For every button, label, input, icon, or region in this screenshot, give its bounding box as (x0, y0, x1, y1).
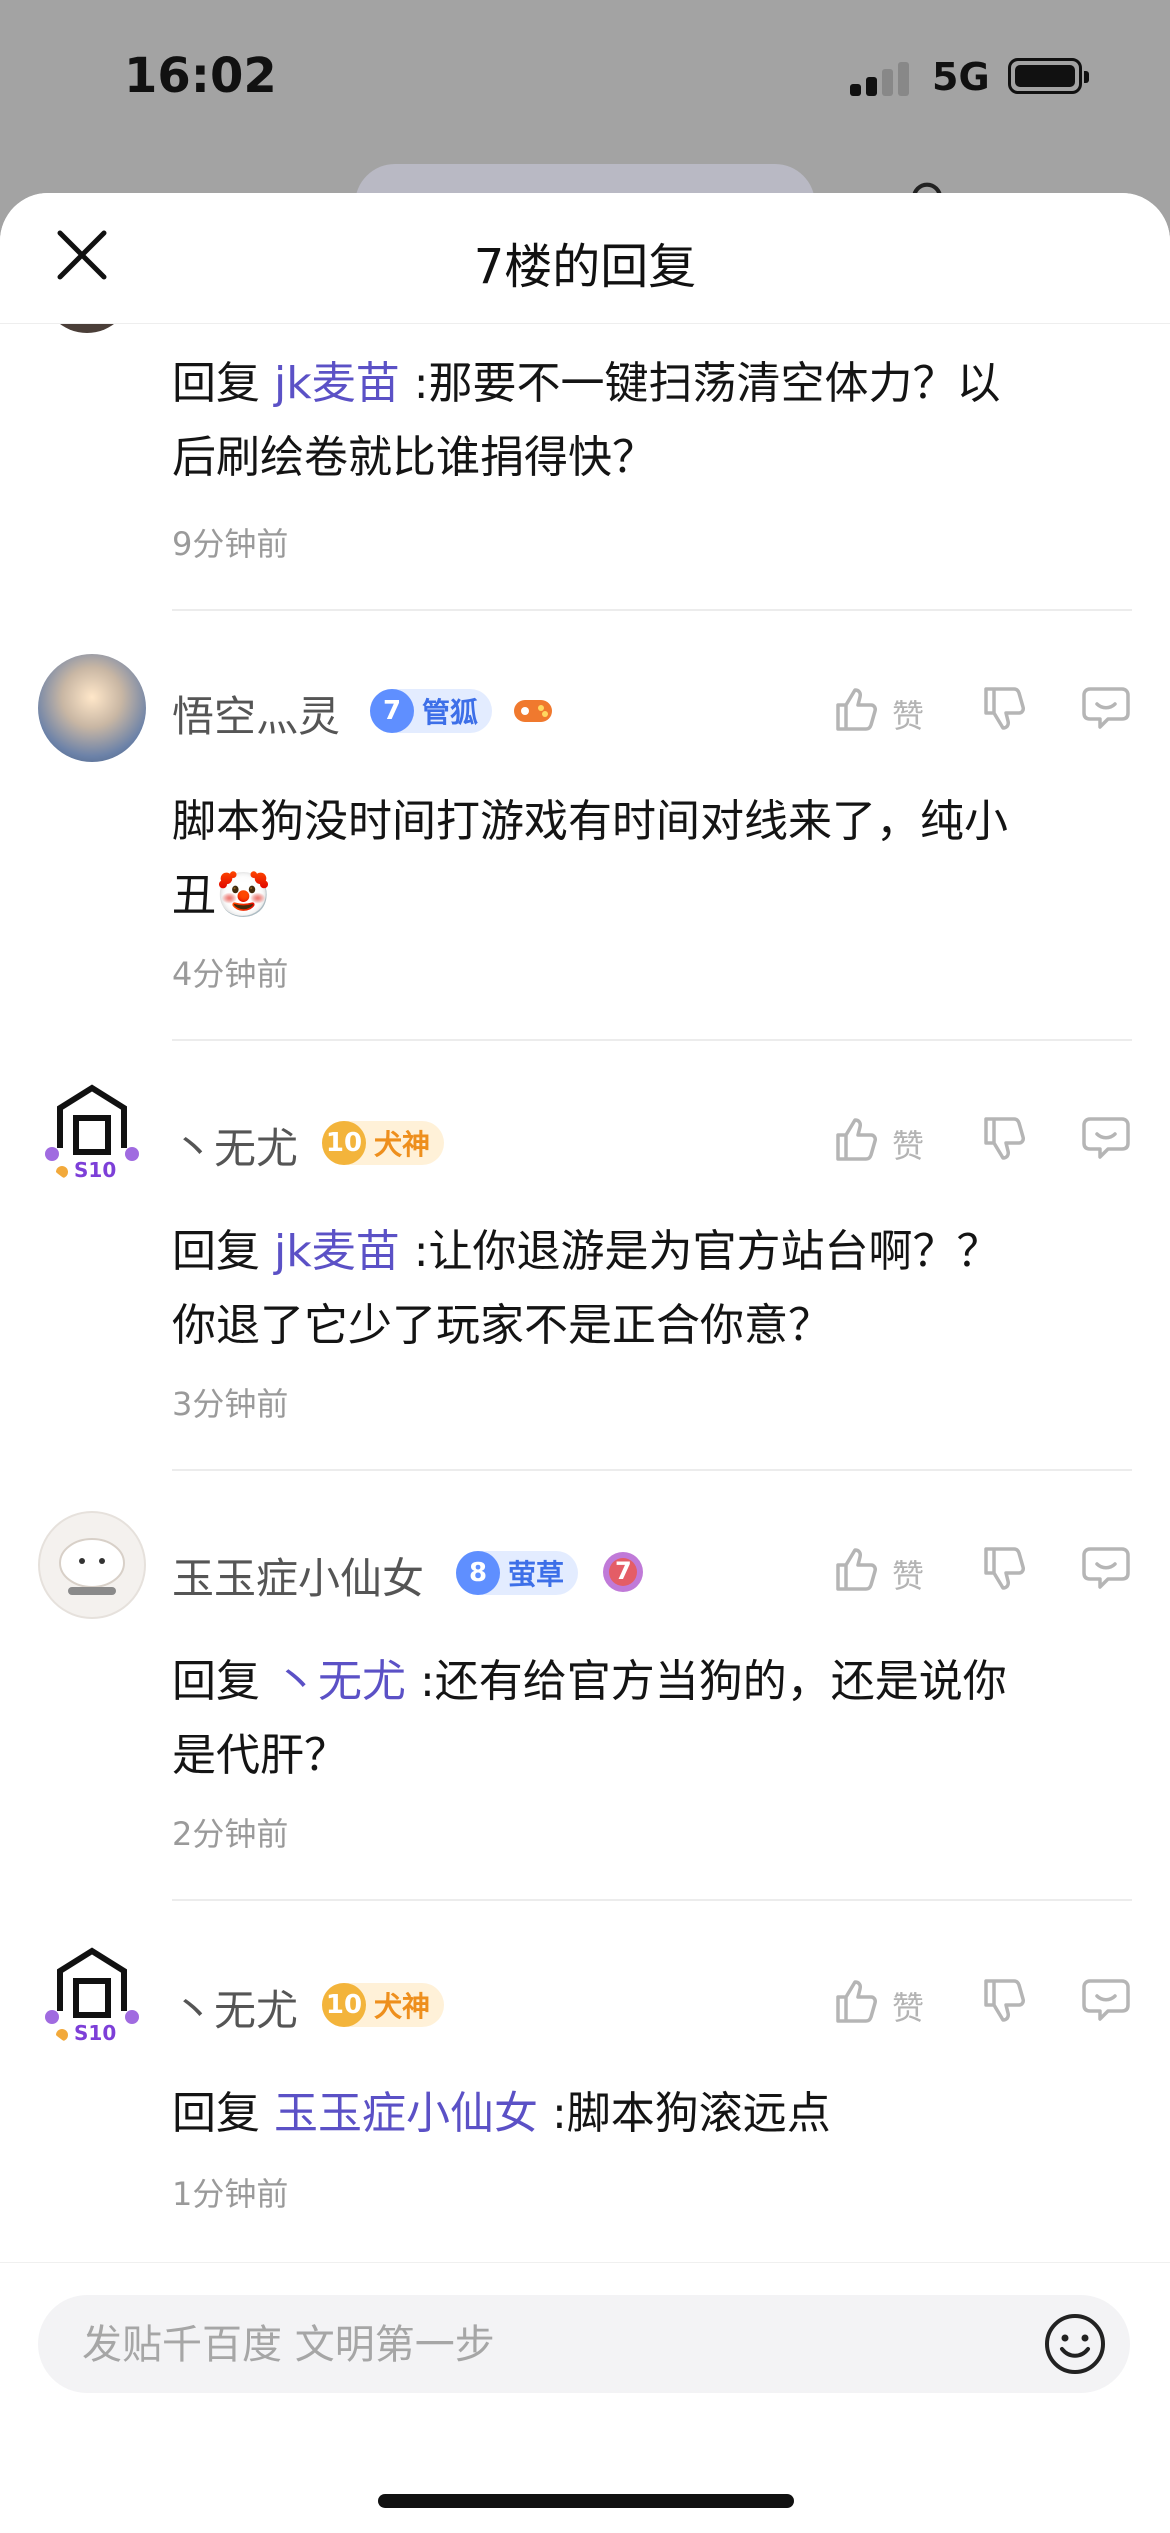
comment-line: :那要不一键扫荡清空体力？以 (399, 358, 1001, 409)
thumbs-up-icon (836, 1548, 877, 1591)
comment-text: 回复 玉玉症小仙女 :脚本狗滚远点 (172, 2077, 1102, 2151)
avatar-tag: S10 (74, 1158, 117, 1182)
divider (172, 609, 1132, 611)
comment-line: 你退了它少了玩家不是正合你意？ (172, 1300, 832, 1351)
network-label: 5G (932, 55, 990, 99)
comment-line: :脚本狗滚远点 (538, 2088, 831, 2139)
like-label: 赞 (892, 1127, 925, 1165)
comment-icon (1082, 1117, 1130, 1159)
timestamp: 1分钟前 (172, 2175, 289, 2213)
comment-icon (1082, 687, 1130, 729)
comment-line: 是代肝？ (172, 1730, 348, 1781)
comment-line: :还有给官方当狗的，还是说你 (406, 1656, 1007, 1707)
comment-text: 回复 jk麦苗 :让你退游是为官方站台啊？？ 你退了它少了玩家不是正合你意？ (172, 1215, 1102, 1363)
reply-prefix: 回复 (172, 358, 274, 409)
smiley-icon (1045, 2314, 1105, 2374)
reply-button[interactable] (1080, 1113, 1132, 1169)
divider (172, 1039, 1132, 1041)
comment-line: 脚本狗没时间打游戏有时间对线来了，纯小 (172, 796, 1008, 847)
level-badge: 10 犬神 (322, 1983, 445, 2027)
like-button[interactable]: 赞 (830, 1113, 924, 1169)
username[interactable]: 丶无尤 (172, 1115, 298, 1176)
thumbs-up-icon (836, 1118, 877, 1161)
comment-icon (1082, 1979, 1130, 2021)
divider (172, 1469, 1132, 1471)
home-indicator (378, 2494, 794, 2508)
comment-actions: 赞 (830, 683, 1140, 743)
reply-button[interactable] (1080, 1975, 1132, 2031)
signal-icon (850, 62, 912, 96)
reply-prefix: 回复 (172, 2088, 274, 2139)
comment-icon (1082, 1547, 1130, 1589)
username[interactable]: 丶无尤 (172, 1977, 298, 2038)
comment-input-container (38, 2295, 1130, 2395)
timestamp: 4分钟前 (172, 955, 289, 993)
like-label: 赞 (892, 697, 925, 735)
like-label: 赞 (892, 1557, 925, 1595)
mention-link[interactable]: 玉玉症小仙女 (274, 2088, 538, 2139)
thumbs-down-icon (984, 1979, 1025, 2022)
battery-icon (1008, 58, 1089, 94)
divider (172, 1899, 1132, 1901)
comment-actions: 赞 (830, 1543, 1140, 1603)
comment-actions: 赞 (830, 1975, 1140, 2035)
username[interactable]: 玉玉症小仙女 (172, 1545, 424, 1606)
emoji-button[interactable] (1042, 2311, 1108, 2377)
mention-link[interactable]: jk麦苗 (274, 358, 400, 409)
username[interactable]: 悟空灬灵 (172, 683, 340, 744)
comment-text: 回复 jk麦苗 :那要不一键扫荡清空体力？以 后刷绘卷就比谁捐得快？ (172, 347, 1102, 495)
thumbs-down-icon (984, 687, 1025, 730)
comment-line: :让你退游是为官方站台啊？？ (399, 1226, 1001, 1277)
timestamp: 9分钟前 (172, 525, 289, 563)
avatar[interactable]: S10 (38, 1078, 146, 1186)
medal-icon: 7 (600, 1549, 646, 1595)
level-badge: 10 犬神 (322, 1121, 445, 1165)
like-button[interactable]: 赞 (830, 683, 924, 739)
comment-input-bar (0, 2262, 1170, 2533)
timestamp: 3分钟前 (172, 1385, 289, 1423)
comment-text: 脚本狗没时间打游戏有时间对线来了，纯小 丑🤡 (172, 785, 1102, 933)
reply-button[interactable] (1080, 1543, 1132, 1599)
status-time: 16:02 (124, 48, 277, 104)
like-button[interactable]: 赞 (830, 1543, 924, 1599)
reply-prefix: 回复 (172, 1656, 274, 1707)
level-badge: 7 管狐 (370, 689, 493, 733)
reply-prefix: 回复 (172, 1226, 274, 1277)
status-bar: 16:02 5G (0, 0, 1170, 150)
sheet-title: 7楼的回复 (473, 239, 697, 295)
comment-text: 回复 丶无尤 :还有给官方当狗的，还是说你 是代肝？ (172, 1645, 1102, 1793)
avatar[interactable] (38, 654, 146, 762)
comment-line: 丑🤡 (172, 870, 271, 921)
reply-button[interactable] (1080, 683, 1132, 739)
mention-link[interactable]: 丶无尤 (274, 1656, 406, 1707)
dislike-button[interactable] (978, 1113, 1030, 1169)
avatar-tag: S10 (74, 2021, 117, 2045)
mention-link[interactable]: jk麦苗 (274, 1226, 400, 1277)
sheet-header: 7楼的回复 (0, 193, 1170, 324)
avatar[interactable] (38, 1511, 146, 1619)
comment-input[interactable] (80, 2295, 984, 2395)
thumbs-up-icon (836, 1980, 877, 2023)
avatar[interactable]: S10 (38, 1941, 146, 2049)
game-controller-icon (514, 700, 552, 722)
level-badge: 8 萤草 (456, 1551, 579, 1595)
reply-sheet: 7楼的回复 回复 jk麦苗 :那要不一键扫荡清空体力？以 后刷绘卷就比谁捐得快？… (0, 193, 1170, 2532)
thumbs-up-icon (836, 688, 877, 731)
dislike-button[interactable] (978, 1975, 1030, 2031)
like-label: 赞 (892, 1989, 925, 2027)
timestamp: 2分钟前 (172, 1815, 289, 1853)
comment-line: 后刷绘卷就比谁捐得快？ (172, 432, 656, 483)
like-button[interactable]: 赞 (830, 1975, 924, 2031)
thumbs-down-icon (984, 1547, 1025, 1590)
comment-actions: 赞 (830, 1113, 1140, 1173)
dislike-button[interactable] (978, 683, 1030, 739)
thumbs-down-icon (984, 1117, 1025, 1160)
dislike-button[interactable] (978, 1543, 1030, 1599)
